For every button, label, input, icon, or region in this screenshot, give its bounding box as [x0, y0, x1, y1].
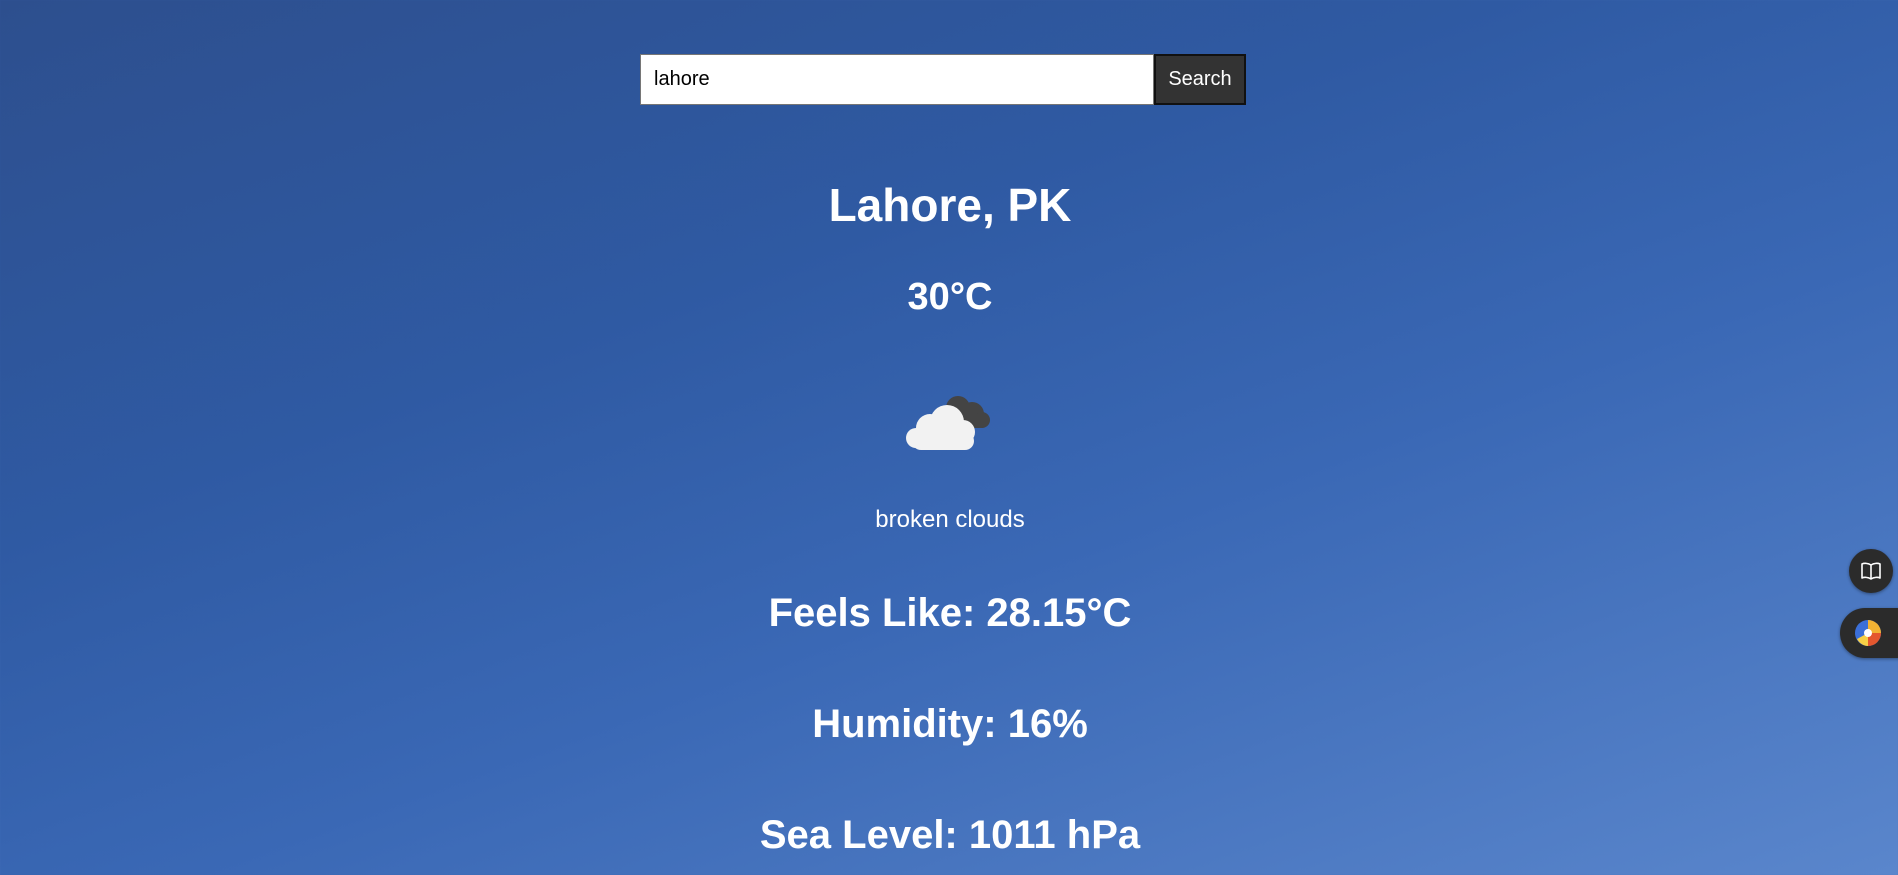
humidity: Humidity: 16% [812, 702, 1088, 746]
weather-icon-container [0, 384, 1898, 459]
extension-logo-icon [1855, 620, 1881, 646]
reader-mode-button[interactable] [1849, 549, 1893, 593]
book-icon [1861, 562, 1881, 580]
city-name: Lahore, PK [828, 179, 1072, 231]
search-button[interactable]: Search [1154, 54, 1246, 105]
broken-clouds-icon [906, 396, 990, 450]
extension-button[interactable] [1840, 608, 1898, 658]
search-input[interactable] [640, 54, 1154, 105]
search-bar: Search [640, 54, 1246, 105]
feels-like: Feels Like: 28.15°C [768, 591, 1132, 635]
sea-level: Sea Level: 1011 hPa [759, 813, 1141, 857]
temperature: 30°C [907, 276, 993, 318]
weather-description: broken clouds [875, 506, 1025, 533]
